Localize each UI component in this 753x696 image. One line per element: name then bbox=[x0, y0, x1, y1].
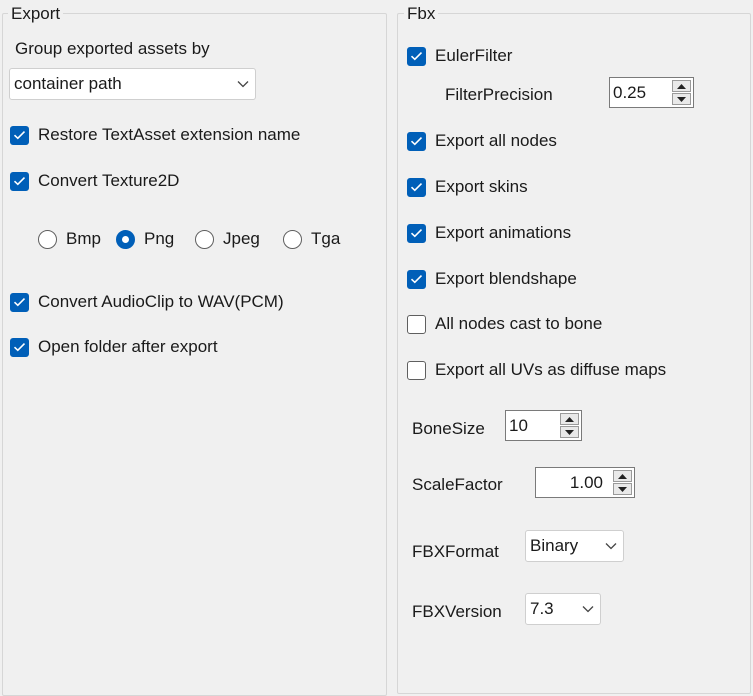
scale-factor-label: ScaleFactor bbox=[412, 475, 503, 494]
scale-factor-value: 1.00 bbox=[569, 472, 603, 492]
fbx-version-dropdown[interactable]: 7.3 bbox=[525, 593, 601, 625]
restore-textasset-checkbox[interactable]: Restore TextAsset extension name bbox=[10, 125, 300, 145]
check-icon bbox=[407, 46, 426, 66]
check-icon bbox=[407, 131, 426, 151]
format-label-tga: Tga bbox=[311, 229, 341, 248]
convert-texture-checkbox[interactable]: Convert Texture2D bbox=[10, 171, 179, 191]
chevron-down-icon bbox=[231, 80, 255, 88]
filter-precision-spinbox[interactable]: 0.25 bbox=[609, 77, 694, 108]
arrow-up-icon[interactable] bbox=[672, 80, 691, 92]
fbx-version-label: FBXVersion bbox=[412, 602, 502, 621]
open-folder-label: Open folder after export bbox=[38, 337, 218, 356]
export-skins-checkbox[interactable]: Export skins bbox=[407, 177, 528, 197]
all-nodes-bone-checkbox[interactable]: All nodes cast to bone bbox=[407, 314, 602, 334]
check-icon bbox=[407, 269, 426, 289]
arrow-down-icon[interactable] bbox=[560, 426, 579, 438]
radio-off-icon bbox=[38, 229, 57, 249]
check-icon bbox=[10, 292, 29, 312]
open-folder-checkbox[interactable]: Open folder after export bbox=[10, 337, 218, 357]
export-blendshape-label: Export blendshape bbox=[435, 269, 577, 288]
all-nodes-bone-label: All nodes cast to bone bbox=[435, 314, 603, 333]
export-group-title: Export bbox=[8, 4, 64, 24]
radio-off-icon bbox=[195, 229, 214, 249]
format-radio-tga[interactable]: Tga bbox=[283, 229, 340, 249]
radio-off-icon bbox=[283, 229, 302, 249]
chevron-down-icon bbox=[599, 542, 623, 550]
arrow-down-icon[interactable] bbox=[672, 93, 691, 105]
export-all-nodes-checkbox[interactable]: Export all nodes bbox=[407, 131, 557, 151]
arrow-up-icon[interactable] bbox=[613, 470, 632, 482]
bone-size-value: 10 bbox=[509, 415, 528, 435]
filter-precision-value: 0.25 bbox=[613, 82, 647, 102]
bone-size-spinbox[interactable]: 10 bbox=[505, 410, 582, 441]
check-icon bbox=[407, 223, 426, 243]
arrow-down-icon[interactable] bbox=[613, 483, 632, 495]
scale-factor-spinbox[interactable]: 1.00 bbox=[535, 467, 635, 498]
convert-audio-checkbox[interactable]: Convert AudioClip to WAV(PCM) bbox=[10, 292, 284, 312]
restore-textasset-label: Restore TextAsset extension name bbox=[38, 125, 301, 144]
group-by-label: Group exported assets by bbox=[15, 39, 210, 58]
arrow-up-icon[interactable] bbox=[560, 413, 579, 425]
filter-precision-label: FilterPrecision bbox=[445, 85, 553, 104]
format-radio-jpeg[interactable]: Jpeg bbox=[195, 229, 260, 249]
check-icon bbox=[407, 177, 426, 197]
check-icon bbox=[10, 337, 29, 357]
fbx-group-title: Fbx bbox=[404, 4, 439, 24]
export-uvs-checkbox[interactable]: Export all UVs as diffuse maps bbox=[407, 360, 666, 380]
export-all-nodes-label: Export all nodes bbox=[435, 131, 557, 150]
format-label-bmp: Bmp bbox=[66, 229, 101, 248]
group-by-value: container path bbox=[14, 74, 122, 93]
euler-filter-checkbox[interactable]: EulerFilter bbox=[407, 46, 512, 66]
fbx-group bbox=[397, 13, 751, 694]
export-uvs-label: Export all UVs as diffuse maps bbox=[435, 360, 667, 379]
convert-texture-label: Convert Texture2D bbox=[38, 171, 180, 190]
fbx-format-dropdown[interactable]: Binary bbox=[525, 530, 624, 562]
check-icon bbox=[10, 171, 29, 191]
format-radio-bmp[interactable]: Bmp bbox=[38, 229, 101, 249]
export-animations-label: Export animations bbox=[435, 223, 572, 242]
format-label-png: Png bbox=[144, 229, 175, 248]
checkbox-empty-icon bbox=[407, 314, 426, 334]
export-skins-label: Export skins bbox=[435, 177, 528, 196]
check-icon bbox=[10, 125, 29, 145]
convert-audio-label: Convert AudioClip to WAV(PCM) bbox=[38, 292, 284, 311]
fbx-format-value: Binary bbox=[530, 536, 579, 555]
chevron-down-icon bbox=[576, 605, 600, 613]
euler-filter-label: EulerFilter bbox=[435, 46, 513, 65]
radio-on-icon bbox=[116, 229, 135, 249]
group-by-dropdown[interactable]: container path bbox=[9, 68, 256, 100]
fbx-version-value: 7.3 bbox=[530, 599, 554, 618]
export-animations-checkbox[interactable]: Export animations bbox=[407, 223, 571, 243]
format-label-jpeg: Jpeg bbox=[223, 229, 260, 248]
checkbox-empty-icon bbox=[407, 360, 426, 380]
format-radio-png[interactable]: Png bbox=[116, 229, 174, 249]
bone-size-label: BoneSize bbox=[412, 419, 485, 438]
fbx-format-label: FBXFormat bbox=[412, 542, 499, 561]
export-blendshape-checkbox[interactable]: Export blendshape bbox=[407, 269, 577, 289]
